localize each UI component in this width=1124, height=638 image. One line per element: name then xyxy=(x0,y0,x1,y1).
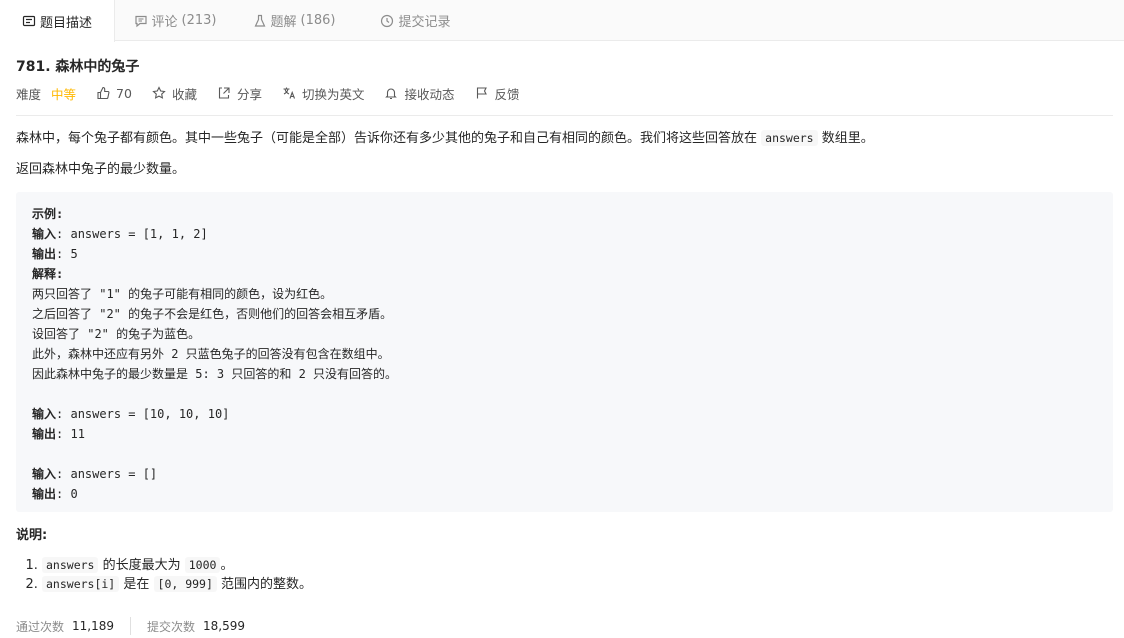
comment-icon xyxy=(134,14,148,28)
divider xyxy=(16,115,1113,116)
list-item: answers[i] 是在 [0, 999] 范围内的整数。 xyxy=(42,575,312,594)
like-count: 70 xyxy=(116,85,132,101)
text: 范围内的整数。 xyxy=(216,577,313,592)
subscribe-label: 接收动态 xyxy=(404,86,455,102)
input-label: 输入 xyxy=(32,467,57,481)
input-label: 输入 xyxy=(32,227,57,241)
clock-icon xyxy=(380,14,394,28)
flask-icon xyxy=(253,14,267,28)
subscribe-button[interactable]: 接收动态 xyxy=(384,84,455,103)
tab-comments[interactable]: 评论 (213) xyxy=(115,0,235,41)
text: 的长度最大为 xyxy=(98,558,185,573)
feedback-label: 反馈 xyxy=(494,86,520,102)
explain-line: 两只回答了 "1" 的兔子可能有相同的颜色，设为红色。 xyxy=(32,287,333,301)
input-value: : answers = [10, 10, 10] xyxy=(56,407,230,421)
example-line: 输入: answers = [1, 1, 2] xyxy=(32,224,1097,244)
favorite-label: 收藏 xyxy=(171,86,197,102)
accepted-label: 通过次数 xyxy=(16,619,65,634)
input-value: : answers = [] xyxy=(56,467,158,481)
favorite-button[interactable]: 收藏 xyxy=(152,84,197,103)
input-label: 输入 xyxy=(32,407,57,421)
output-value: : 5 xyxy=(56,247,78,261)
inline-code: answers xyxy=(761,130,818,146)
thumbs-up-icon xyxy=(97,86,110,100)
example-line: 输出: 0 xyxy=(32,484,1097,504)
description-paragraph: 返回森林中兔子的最少数量。 xyxy=(16,162,186,177)
share-icon xyxy=(218,87,230,99)
share-button[interactable]: 分享 xyxy=(217,84,262,103)
input-value: : answers = [1, 1, 2] xyxy=(56,227,208,241)
notes-title: 说明: xyxy=(16,528,48,543)
output-label: 输出 xyxy=(32,427,57,441)
tab-label: 提交记录 xyxy=(398,15,451,30)
explain-line: 因此森林中兔子的最少数量是 5: 3 只回答的和 2 只没有回答的。 xyxy=(32,367,398,381)
submission-stats: 通过次数 11,189 提交次数 18,599 xyxy=(16,617,245,635)
description-icon xyxy=(22,14,36,28)
explain-label: 解释 xyxy=(32,267,57,281)
problem-meta: 难度 中等 70 收藏 分享 切换为英文 接收动态 反馈 xyxy=(16,84,540,102)
explain-line: 之后回答了 "2" 的兔子不会是红色，否则他们的回答会相互矛盾。 xyxy=(32,307,393,321)
feedback-button[interactable]: 反馈 xyxy=(475,84,520,103)
tab-label: 题解 xyxy=(270,15,297,30)
list-item: answers 的长度最大为 1000。 xyxy=(42,556,312,575)
tab-count: (213) xyxy=(181,13,217,28)
flag-icon xyxy=(476,87,487,99)
output-value: : 0 xyxy=(56,487,78,501)
inline-code: [0, 999] xyxy=(153,576,217,592)
inline-code: answers xyxy=(42,557,99,573)
output-label: 输出 xyxy=(32,487,57,501)
accepted-count: 11,189 xyxy=(72,619,115,633)
like-button[interactable]: 70 xyxy=(96,86,132,101)
tab-label: 评论 xyxy=(151,15,178,30)
translate-icon xyxy=(283,87,295,99)
stats-divider xyxy=(130,617,132,635)
problem-title: 781. 森林中的兔子 xyxy=(16,59,140,75)
problem-tabs: 题目描述 评论 (213) 题解 (186) 提交记录 xyxy=(0,0,1124,42)
tab-submissions[interactable]: 提交记录 xyxy=(353,0,478,41)
output-label: 输出 xyxy=(32,247,57,261)
explain-colon: : xyxy=(56,267,64,281)
tab-label: 题目描述 xyxy=(39,15,92,31)
tab-solutions[interactable]: 题解 (186) xyxy=(235,0,353,41)
text: 数组里。 xyxy=(817,131,874,146)
explain-line: 设回答了 "2" 的兔子为蓝色。 xyxy=(32,327,201,341)
submitted-label: 提交次数 xyxy=(147,619,196,634)
tab-count: (186) xyxy=(300,13,336,28)
tab-description[interactable]: 题目描述 xyxy=(0,0,115,42)
example-line: 输入: answers = [] xyxy=(32,464,1097,484)
star-icon xyxy=(152,86,166,99)
difficulty-value: 中等 xyxy=(51,86,77,102)
difficulty-label: 难度 xyxy=(16,86,42,102)
translate-button[interactable]: 切换为英文 xyxy=(282,84,365,103)
inline-code: 1000 xyxy=(184,557,221,573)
difficulty: 难度 中等 xyxy=(16,84,76,103)
example-line: 输出: 5 xyxy=(32,244,1097,264)
example-line: 输入: answers = [10, 10, 10] xyxy=(32,404,1097,424)
example-block: 示例: 输入: answers = [1, 1, 2] 输出: 5 解释: 两只… xyxy=(16,192,1113,512)
bell-icon xyxy=(385,88,398,100)
text: 。 xyxy=(220,558,234,573)
share-label: 分享 xyxy=(236,86,262,102)
example-line: 输出: 11 xyxy=(32,424,1097,444)
example-heading: 示例: xyxy=(32,207,64,221)
inline-code: answers[i] xyxy=(42,576,120,592)
explain-line: 此外，森林中还应有另外 2 只蓝色兔子的回答没有包含在数组中。 xyxy=(32,347,390,361)
description-paragraph: 森林中，每个兔子都有颜色。其中一些兔子（可能是全部）告诉你还有多少其他的兔子和自… xyxy=(16,128,874,149)
example-line: 解释: xyxy=(32,264,1097,284)
output-value: : 11 xyxy=(56,427,85,441)
text: 森林中，每个兔子都有颜色。其中一些兔子（可能是全部）告诉你还有多少其他的兔子和自… xyxy=(16,131,762,146)
notes-list: answers 的长度最大为 1000。 answers[i] 是在 [0, 9… xyxy=(42,556,312,594)
submitted-count: 18,599 xyxy=(203,619,246,633)
text: 是在 xyxy=(119,577,154,592)
translate-label: 切换为英文 xyxy=(301,86,365,102)
